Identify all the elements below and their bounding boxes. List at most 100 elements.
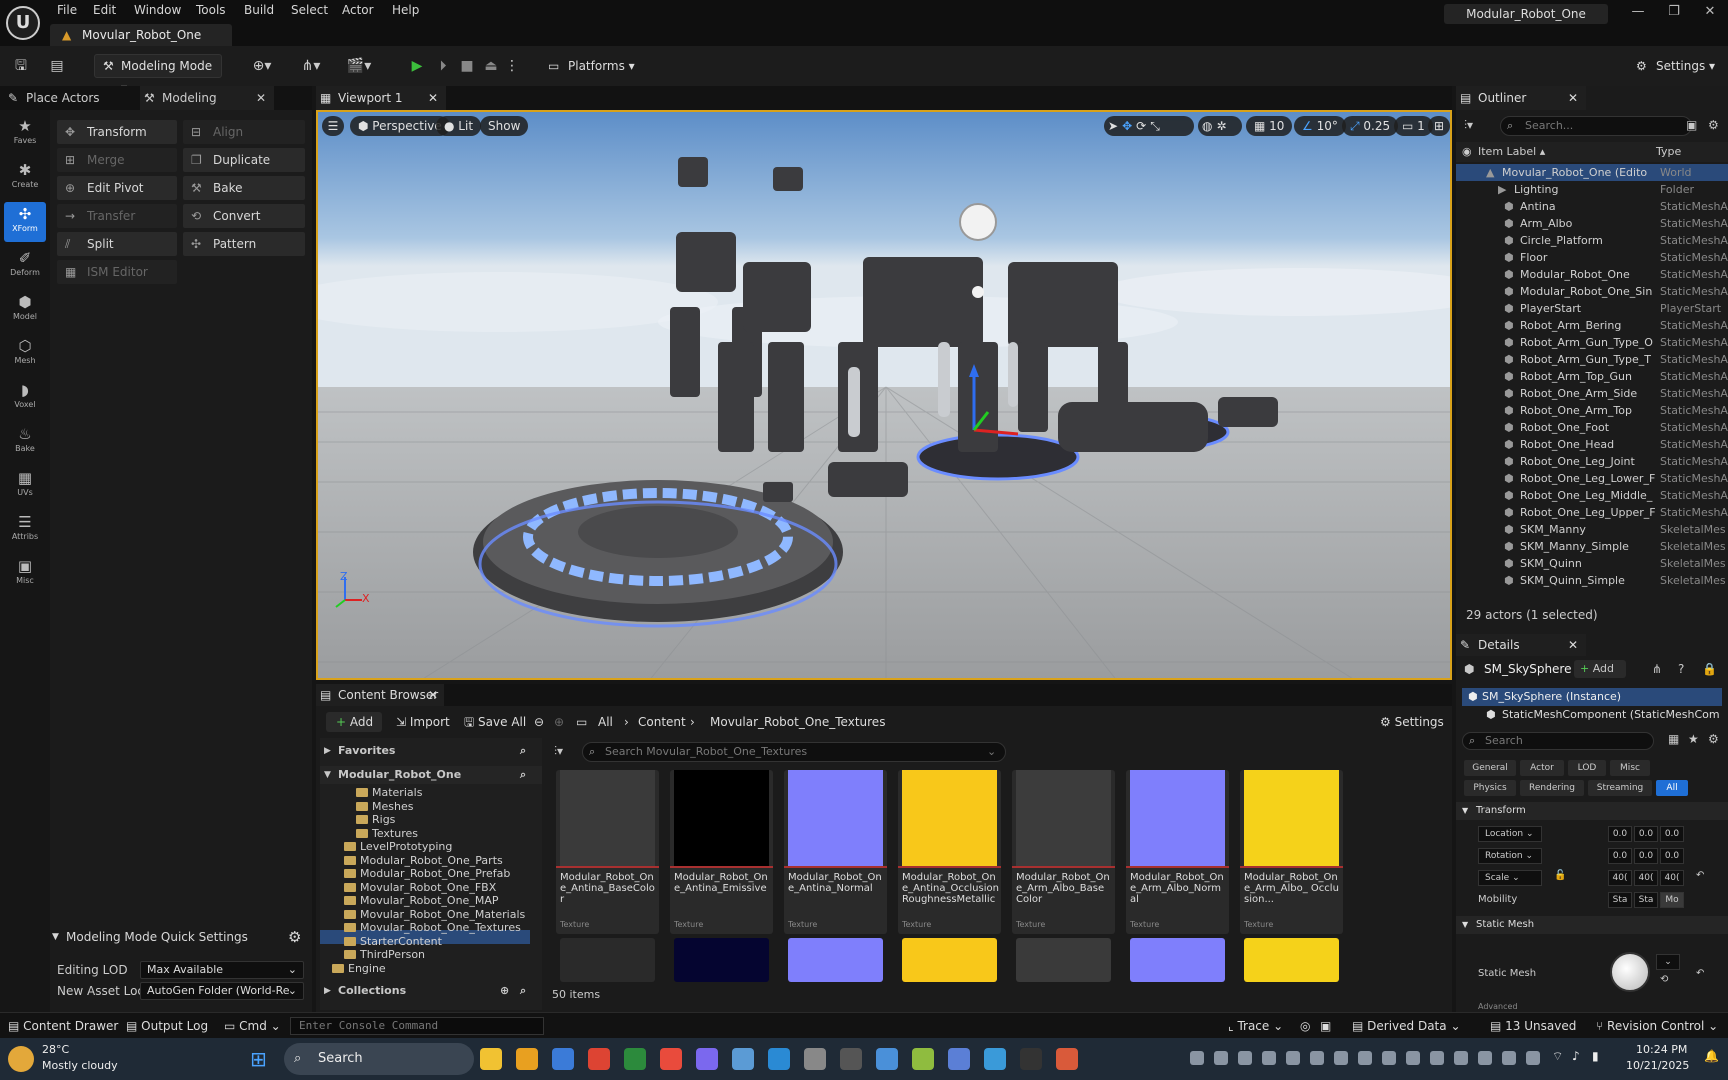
platforms-button[interactable]: ▭ Platforms ▾: [546, 54, 646, 78]
taskbar-app-icon[interactable]: [1020, 1048, 1042, 1070]
weather-icon[interactable]: [8, 1046, 34, 1072]
taskbar-app-icon[interactable]: [696, 1048, 718, 1070]
asset-tile[interactable]: [1244, 938, 1339, 982]
folder-tree-item[interactable]: Materials: [320, 786, 422, 800]
reset-icon[interactable]: ↶: [1696, 870, 1704, 881]
cb-settings-button[interactable]: ⚙ Settings: [1380, 712, 1444, 732]
crumb-textures[interactable]: Movular_Robot_One_Textures: [710, 712, 885, 732]
outliner-row[interactable]: ⬢ Robot_One_Arm_Side StaticMeshA: [1456, 385, 1728, 402]
forward-icon[interactable]: ⊕: [554, 712, 564, 732]
close-tab-icon[interactable]: ✕: [1568, 86, 1578, 110]
star-icon[interactable]: ★: [1688, 732, 1699, 746]
rotation-x[interactable]: 0.0: [1608, 848, 1632, 864]
rotation-dropdown[interactable]: Rotation ⌄: [1478, 848, 1542, 864]
outliner-row[interactable]: ⬢ Robot_One_Leg_Middle_ StaticMeshA: [1456, 487, 1728, 504]
eject-icon[interactable]: ⏏: [480, 54, 502, 78]
filter-rendering[interactable]: Rendering: [1520, 780, 1584, 796]
outliner-row[interactable]: ⬢ Floor StaticMeshA: [1456, 249, 1728, 266]
tab-content-browser[interactable]: ▤ Content Browser ✕: [316, 684, 444, 706]
content-icon[interactable]: ▤: [46, 54, 68, 78]
rotation-y[interactable]: 0.0: [1634, 848, 1658, 864]
filter-actor[interactable]: Actor: [1520, 760, 1564, 776]
quick-settings-header[interactable]: ▼ Modeling Mode Quick Settings ⚙: [50, 926, 312, 948]
component-instance-row[interactable]: ⬢ SM_SkySphere (Instance): [1462, 688, 1722, 706]
camera-icon[interactable]: ▣: [1320, 1017, 1331, 1035]
unreal-logo-icon[interactable]: U: [6, 6, 40, 40]
asset-tile[interactable]: Modular_Robot_One_Antina_Emissive Texture: [670, 770, 773, 934]
rail-bake[interactable]: ♨ Bake: [4, 422, 46, 462]
taskbar-app-icon[interactable]: [516, 1048, 538, 1070]
tab-outliner[interactable]: ▤ Outliner ✕: [1456, 86, 1586, 110]
taskbar-app-icon[interactable]: [660, 1048, 682, 1070]
col-type[interactable]: Type: [1656, 142, 1681, 162]
save-all-button[interactable]: 🖫 Save All: [464, 712, 526, 732]
level-viewport[interactable]: Z X ☰ ⬢ Perspective ● Lit Show ➤✥⟳⤡ ◍✲ ▦…: [316, 110, 1452, 680]
outliner-row[interactable]: ⬢ Antina StaticMeshA: [1456, 198, 1728, 215]
favorites-header[interactable]: ▶ Favorites ⌕: [320, 742, 542, 760]
notifications-icon[interactable]: 🔔: [1704, 1049, 1719, 1063]
asset-tile[interactable]: [1130, 938, 1225, 982]
outliner-row[interactable]: ⬢ Robot_One_Leg_Joint StaticMeshA: [1456, 453, 1728, 470]
tool-ism-editor[interactable]: ▦ ISM Editor: [57, 260, 177, 284]
details-search-input[interactable]: ⌕ Search: [1462, 732, 1654, 750]
lit-button[interactable]: ● Lit: [436, 116, 482, 136]
cinematics-icon[interactable]: 🎬▾: [344, 54, 374, 78]
step-icon[interactable]: ⏵: [432, 54, 454, 78]
settings-button[interactable]: ⚙ Settings ▾: [1634, 54, 1726, 78]
content-drawer-button[interactable]: ▤ Content Drawer: [8, 1017, 118, 1035]
taskbar-app-icon[interactable]: [840, 1048, 862, 1070]
tab-details[interactable]: ✎ Details ✕: [1456, 634, 1586, 656]
filter-misc[interactable]: Misc: [1610, 760, 1650, 776]
outliner-row[interactable]: ⬢ Robot_One_Arm_Top StaticMeshA: [1456, 402, 1728, 419]
filter-icon[interactable]: ⫶▾: [1464, 118, 1473, 133]
tool-convert[interactable]: ⟲ Convert: [183, 204, 305, 228]
console-input[interactable]: Enter Console Command: [290, 1017, 544, 1035]
browse-icon[interactable]: ⟲: [1660, 974, 1668, 985]
tool-transfer[interactable]: → Transfer: [57, 204, 177, 228]
menu-window[interactable]: Window: [134, 3, 181, 21]
folder-tree-item[interactable]: Engine: [320, 962, 386, 976]
tool-transform[interactable]: ✥ Transform: [57, 120, 177, 144]
tray-app-icon[interactable]: [1334, 1051, 1348, 1065]
xbox-icon[interactable]: [1190, 1051, 1204, 1065]
outliner-row[interactable]: ⬢ Robot_One_Head StaticMeshA: [1456, 436, 1728, 453]
document-tab[interactable]: ▲ Movular_Robot_One: [50, 24, 232, 46]
close-tab-icon[interactable]: ✕: [428, 86, 438, 110]
mobility-movable[interactable]: Mo: [1660, 892, 1684, 908]
tray-app-icon[interactable]: [1238, 1051, 1252, 1065]
taskbar-app-icon[interactable]: [768, 1048, 790, 1070]
windows-start-icon[interactable]: ⊞: [250, 1047, 274, 1071]
outliner-row[interactable]: ⬢ Robot_Arm_Top_Gun StaticMeshA: [1456, 368, 1728, 385]
taskbar-app-icon[interactable]: [480, 1048, 502, 1070]
outliner-row[interactable]: ⬢ Robot_Arm_Gun_Type_T StaticMeshA: [1456, 351, 1728, 368]
asset-tile[interactable]: Modular_Robot_One_Antina_Normal Texture: [784, 770, 887, 934]
rail-misc[interactable]: ▣ Misc: [4, 554, 46, 594]
collections-header[interactable]: ▶ Collections ⊕ ⌕: [320, 982, 542, 1000]
tab-viewport[interactable]: ▦ Viewport 1 ✕: [316, 86, 446, 110]
taskbar-search[interactable]: ⌕ Search: [284, 1043, 474, 1075]
folder-tree-item[interactable]: Movular_Robot_One_Materials: [320, 908, 525, 922]
menu-help[interactable]: Help: [392, 3, 419, 21]
record-icon[interactable]: ◎: [1300, 1017, 1310, 1035]
tool-merge[interactable]: ⊞ Merge: [57, 148, 177, 172]
lock-icon[interactable]: 🔒: [1702, 662, 1717, 676]
close-tab-icon[interactable]: ✕: [256, 86, 266, 110]
folder-tree-item[interactable]: Movular_Robot_One_MAP: [320, 894, 498, 908]
tool-split[interactable]: ⫽ Split: [57, 232, 177, 256]
asset-tile[interactable]: [674, 938, 769, 982]
scale-x[interactable]: 40(: [1608, 870, 1632, 886]
output-log-button[interactable]: ▤ Output Log: [126, 1017, 208, 1035]
filter-streaming[interactable]: Streaming: [1588, 780, 1652, 796]
restore-icon[interactable]: ❐: [1664, 4, 1684, 22]
more-options-icon[interactable]: ⋮: [504, 54, 520, 78]
derived-data-button[interactable]: ▤ Derived Data ⌄: [1352, 1017, 1461, 1035]
tray-app-icon[interactable]: [1406, 1051, 1420, 1065]
filter-physics[interactable]: Physics: [1464, 780, 1516, 796]
tray-app-icon[interactable]: [1526, 1051, 1540, 1065]
tool-duplicate[interactable]: ❐ Duplicate: [183, 148, 305, 172]
mobility-static[interactable]: Sta: [1608, 892, 1632, 908]
wifi-icon[interactable]: ⌔: [1552, 1049, 1563, 1064]
gear-icon[interactable]: ⚙: [1708, 732, 1719, 746]
menu-file[interactable]: File: [57, 3, 77, 21]
save-icon[interactable]: 🖫: [10, 54, 32, 78]
